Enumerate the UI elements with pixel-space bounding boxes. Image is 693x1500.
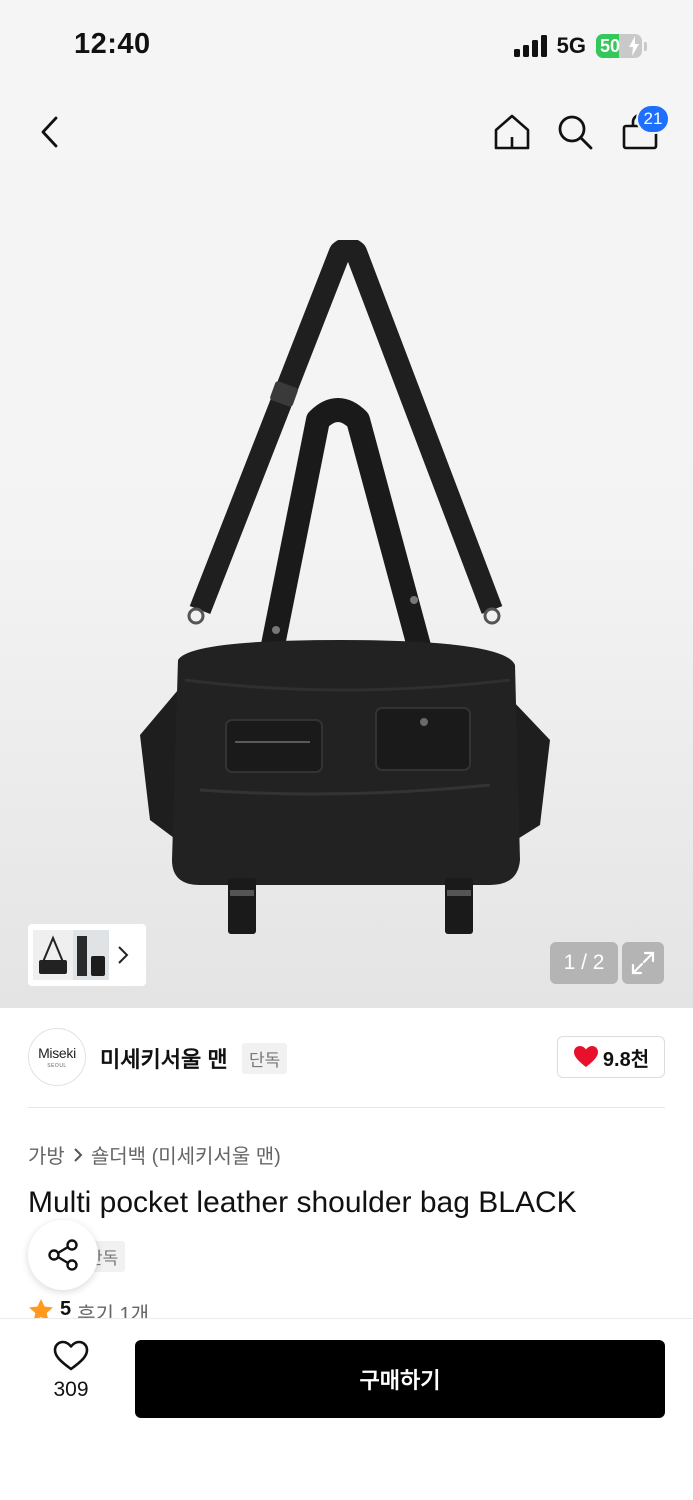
status-bar: 12:40 5G 50 xyxy=(0,0,693,92)
breadcrumb: 가방 숄더백 (미세키서울 맨) xyxy=(28,1140,281,1169)
battery-percent: 50 xyxy=(600,36,621,56)
signal-icon xyxy=(513,35,547,57)
star-icon xyxy=(29,1299,53,1318)
buy-button[interactable]: 구매하기 xyxy=(135,1340,665,1418)
thumbnail-2[interactable] xyxy=(73,930,109,980)
heart-outline-icon xyxy=(53,1340,89,1371)
battery-icon: 50 xyxy=(596,34,642,58)
expand-button[interactable] xyxy=(622,942,664,984)
rating-row[interactable]: 5 후기 1개 xyxy=(28,1298,149,1318)
back-button[interactable] xyxy=(26,108,74,156)
wishlist-button[interactable]: 309 xyxy=(36,1340,106,1420)
thumbnail-1[interactable] xyxy=(33,930,73,980)
brand-like-button[interactable]: 9.8천 xyxy=(557,1036,665,1078)
gallery-page-counter: 1 / 2 xyxy=(550,942,618,984)
status-time: 12:40 xyxy=(74,28,151,60)
thumbnail-1-image xyxy=(39,935,67,974)
brand-logo-subtext: SEOUL xyxy=(47,1063,67,1069)
home-button[interactable] xyxy=(488,108,536,156)
thumbnail-strip[interactable] xyxy=(28,924,146,986)
brand-logo-text: Miseki xyxy=(38,1045,76,1061)
brand-row[interactable]: Miseki SEOUL 미세키서울 맨 단독 9.8천 xyxy=(28,1028,665,1086)
share-icon xyxy=(48,1239,78,1271)
chevron-left-icon xyxy=(41,116,58,148)
heart-filled-icon xyxy=(573,1046,598,1067)
share-button[interactable] xyxy=(28,1220,98,1290)
brand-name[interactable]: 미세키서울 맨 xyxy=(100,1042,228,1074)
thumbnail-2-image xyxy=(77,936,105,976)
search-button[interactable] xyxy=(551,108,599,156)
home-icon xyxy=(494,114,530,150)
wishlist-count: 309 xyxy=(53,1378,89,1401)
cart-count-badge: 21 xyxy=(636,104,670,134)
brand-logo[interactable]: Miseki SEOUL xyxy=(28,1028,86,1086)
battery-cap xyxy=(644,41,647,51)
rating-score: 5 xyxy=(60,1298,72,1318)
review-count[interactable]: 후기 1개 xyxy=(77,1298,149,1318)
expand-icon xyxy=(631,951,655,975)
product-photo xyxy=(140,240,550,934)
top-navigation xyxy=(0,92,693,172)
divider xyxy=(28,1107,665,1108)
brand-like-count: 9.8천 xyxy=(602,1048,650,1071)
chevron-right-icon[interactable] xyxy=(117,945,129,965)
status-indicators: 5G 50 xyxy=(513,32,647,60)
product-title: Multi pocket leather shoulder bag BLACK xyxy=(28,1186,577,1219)
breadcrumb-category[interactable]: 가방 xyxy=(28,1140,65,1169)
chevron-right-icon xyxy=(74,1147,83,1162)
breadcrumb-subcategory[interactable]: 숄더백 (미세키서울 맨) xyxy=(91,1140,281,1169)
search-icon xyxy=(558,115,593,150)
network-type: 5G xyxy=(556,33,586,58)
brand-exclusive-tag: 단독 xyxy=(242,1043,288,1074)
